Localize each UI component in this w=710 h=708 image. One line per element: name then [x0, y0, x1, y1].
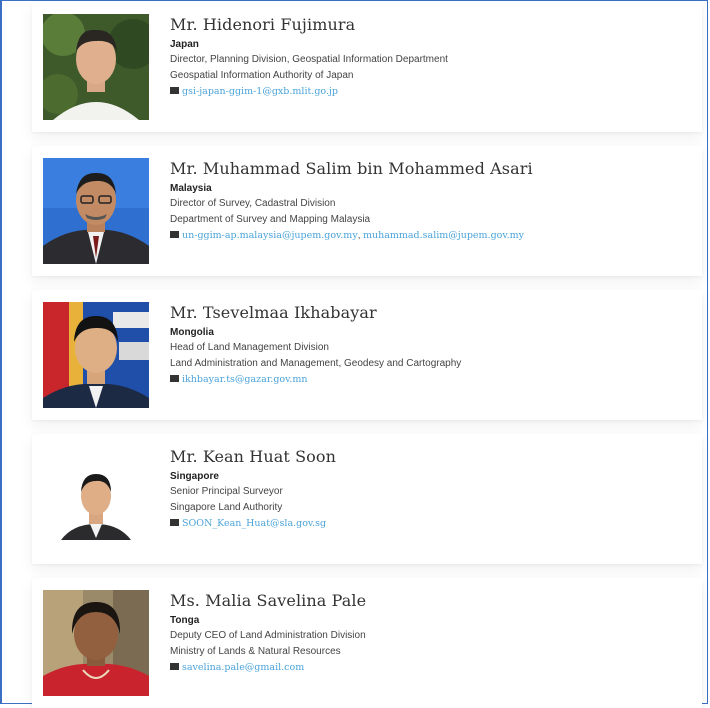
email-link[interactable]: ikhbayar.ts@gazar.gov.mn [182, 374, 308, 385]
member-photo [43, 158, 149, 264]
member-card: Mr. Hidenori Fujimura Japan Director, Pl… [32, 2, 702, 132]
member-name: Mr. Kean Huat Soon [170, 447, 337, 466]
member-country: Malaysia [170, 183, 212, 194]
member-name: Ms. Malia Savelina Pale [170, 591, 367, 610]
member-title: Senior Principal Surveyor [170, 486, 283, 497]
email-link[interactable]: un-ggim-ap.malaysia@jupem.gov.my [182, 230, 358, 241]
member-photo [43, 14, 149, 120]
member-card: Ms. Malia Savelina Pale Tonga Deputy CEO… [32, 578, 702, 708]
email-link[interactable]: SOON_Kean_Huat@sla.gov.sg [182, 518, 326, 529]
member-organization: Ministry of Lands & Natural Resources [170, 646, 341, 657]
member-organization: Department of Survey and Mapping Malaysi… [170, 214, 371, 225]
member-card: Mr. Tsevelmaa Ikhabayar Mongolia Head of… [32, 290, 702, 420]
member-title: Deputy CEO of Land Administration Divisi… [170, 630, 366, 641]
member-country: Singapore [170, 471, 219, 482]
member-organization: Land Administration and Management, Geod… [170, 358, 462, 369]
member-name: Mr. Tsevelmaa Ikhabayar [170, 303, 377, 322]
email-row: SOON_Kean_Huat@sla.gov.sg [170, 516, 690, 532]
member-country: Japan [170, 39, 199, 50]
member-organization: Singapore Land Authority [170, 502, 283, 513]
member-name: Mr. Muhammad Salim bin Mohammed Asari [170, 159, 533, 178]
member-photo [43, 446, 149, 552]
envelope-icon [170, 662, 179, 670]
envelope-icon [170, 86, 179, 94]
member-card: Mr. Muhammad Salim bin Mohammed Asari Ma… [32, 146, 702, 276]
member-organization: Geospatial Information Authority of Japa… [170, 70, 354, 81]
email-link[interactable]: muhammad.salim@jupem.gov.my [363, 230, 524, 241]
member-title: Head of Land Management Division [170, 342, 329, 353]
member-title: Director, Planning Division, Geospatial … [170, 54, 448, 65]
member-name: Mr. Hidenori Fujimura [170, 15, 356, 34]
envelope-icon [170, 230, 179, 238]
email-link[interactable]: gsi-japan-ggim-1@gxb.mlit.go.jp [182, 86, 338, 97]
email-row: ikhbayar.ts@gazar.gov.mn [170, 372, 690, 388]
envelope-icon [170, 518, 179, 526]
member-country: Tonga [170, 615, 200, 626]
envelope-icon [170, 374, 179, 382]
email-link[interactable]: savelina.pale@gmail.com [182, 662, 304, 673]
member-country: Mongolia [170, 327, 214, 338]
member-photo [43, 590, 149, 696]
member-photo [43, 302, 149, 408]
member-card: Mr. Kean Huat Soon Singapore Senior Prin… [32, 434, 702, 564]
email-row: savelina.pale@gmail.com [170, 660, 690, 676]
email-row: gsi-japan-ggim-1@gxb.mlit.go.jp [170, 84, 690, 100]
email-row: un-ggim-ap.malaysia@jupem.gov.my, muhamm… [170, 228, 690, 244]
member-title: Director of Survey, Cadastral Division [170, 198, 336, 209]
